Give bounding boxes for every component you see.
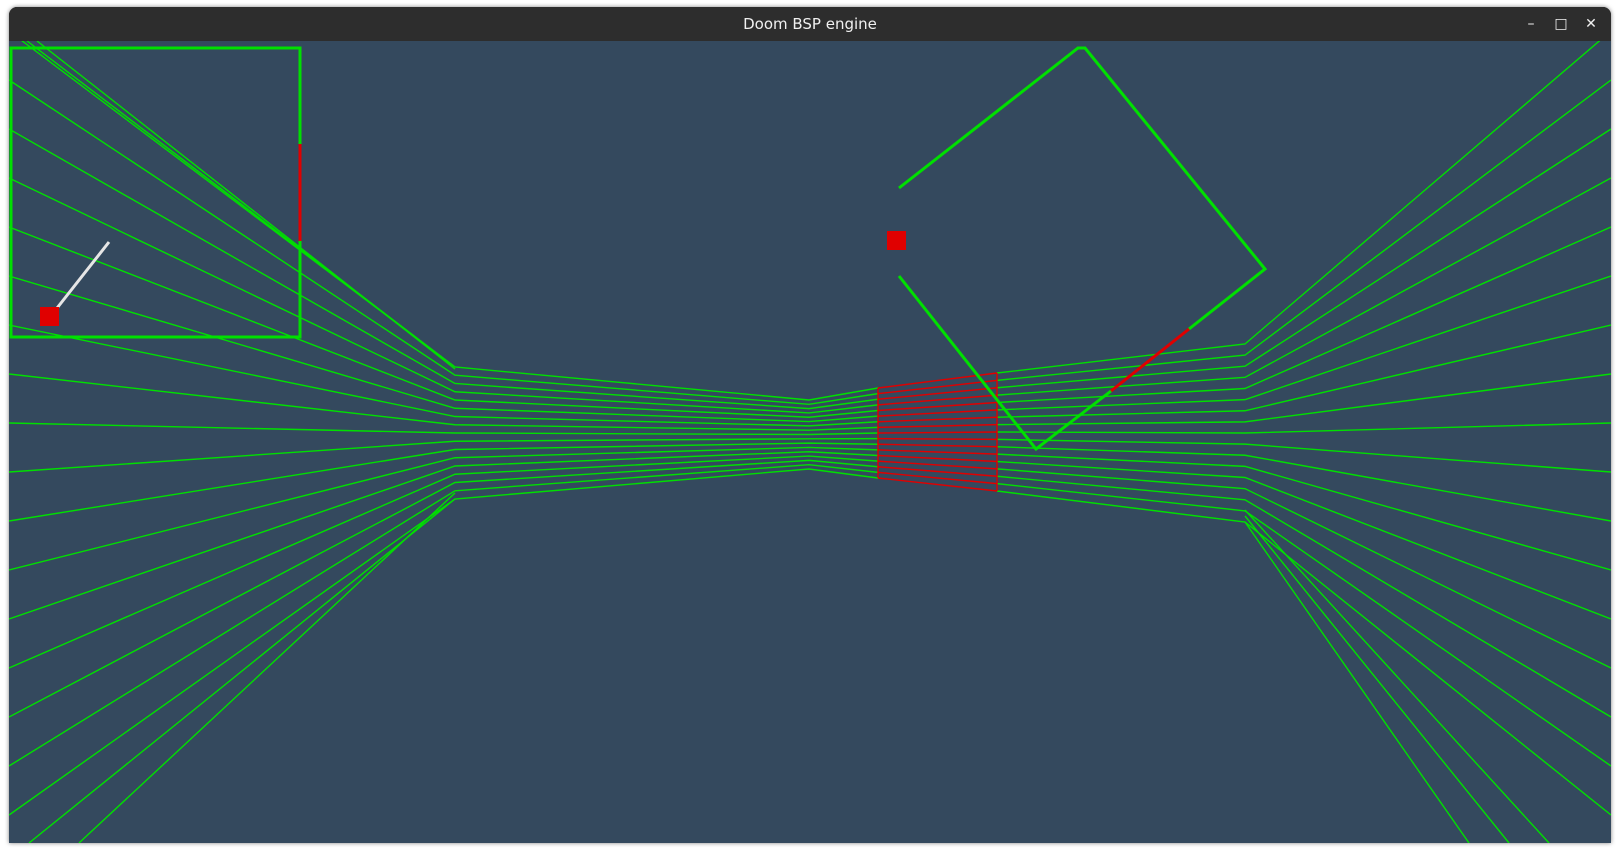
perspective-line: [996, 373, 1611, 426]
perspective-line: [996, 490, 1611, 816]
perspective-line: [1244, 509, 1550, 843]
perspective-line: [21, 41, 879, 401]
red-wall-line: [877, 416, 998, 423]
render-viewport[interactable]: [9, 41, 1611, 843]
app-window: Doom BSP engine – □ ✕: [9, 7, 1611, 843]
maximize-button[interactable]: □: [1549, 12, 1573, 36]
red-wall-line: [877, 387, 998, 400]
perspective-line: [996, 275, 1611, 411]
red-wall-line: [877, 454, 998, 463]
perspective-line: [996, 128, 1611, 389]
player-marker: [40, 307, 59, 326]
perspective-line: [996, 422, 1611, 434]
view-direction-ray: [48, 241, 111, 318]
perspective-line: [996, 482, 1611, 767]
minimize-button[interactable]: –: [1519, 12, 1543, 36]
red-wall-line: [877, 443, 998, 448]
perspective-line: [78, 492, 456, 843]
perspective-line: [996, 475, 1611, 718]
perspective-line: [1244, 515, 1510, 843]
red-wall-line: [877, 423, 998, 429]
perspective-line: [9, 128, 879, 410]
red-wall-line: [877, 477, 998, 492]
perspective-line: [9, 373, 879, 431]
red-wall-line: [877, 471, 998, 485]
perspective-line: [9, 459, 879, 718]
perspective-line: [36, 41, 456, 370]
close-button[interactable]: ✕: [1579, 12, 1603, 36]
visible-wall-segment: [877, 372, 998, 492]
perspective-line: [1244, 521, 1470, 843]
floor-ceiling-lines: [9, 41, 1611, 843]
transformed-player-marker: [887, 231, 906, 250]
red-wall-line: [877, 409, 998, 417]
render-canvas: [9, 41, 1611, 843]
perspective-line: [9, 463, 879, 767]
minimap-room-outline: [9, 46, 302, 339]
perspective-line: [9, 468, 879, 816]
perspective-line: [28, 498, 456, 843]
perspective-line: [9, 451, 879, 620]
perspective-line: [996, 226, 1611, 404]
perspective-line: [996, 446, 1611, 522]
window-title: Doom BSP engine: [743, 15, 877, 33]
perspective-line: [996, 79, 1611, 382]
perspective-line: [9, 324, 879, 427]
red-wall-line: [877, 449, 998, 455]
minimap-2d: [9, 46, 302, 339]
transformed-wall-outline: [898, 46, 1268, 331]
red-wall-line: [877, 437, 998, 441]
red-wall-line: [877, 431, 998, 434]
perspective-line: [996, 41, 1601, 374]
title-bar[interactable]: Doom BSP engine – □ ✕: [9, 7, 1611, 41]
red-wall-line: [877, 379, 998, 395]
